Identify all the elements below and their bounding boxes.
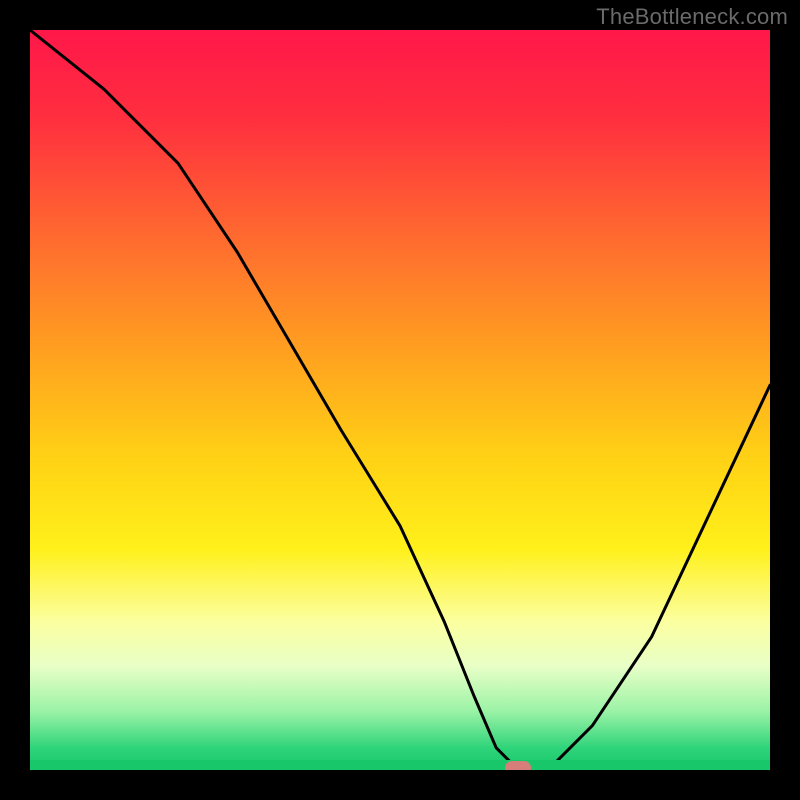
plot-area xyxy=(30,30,770,770)
chart-frame: TheBottleneck.com xyxy=(0,0,800,800)
watermark-text: TheBottleneck.com xyxy=(596,4,788,30)
baseline-strip xyxy=(30,760,770,770)
optimal-marker xyxy=(505,761,531,770)
chart-svg xyxy=(30,30,770,770)
gradient-background xyxy=(30,30,770,770)
